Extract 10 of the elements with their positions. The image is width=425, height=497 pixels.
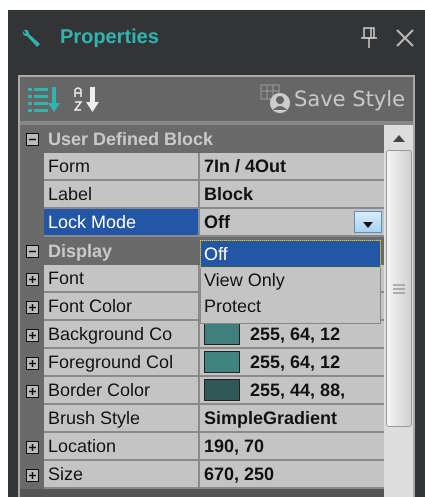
property-value: SimpleGradient	[204, 408, 338, 428]
property-value: 7In / 4Out	[204, 156, 286, 176]
property-value: Block	[204, 184, 254, 204]
panel-title: Properties	[60, 26, 160, 49]
property-value: 670, 250	[204, 464, 274, 484]
property-value: 190, 70	[204, 436, 264, 456]
property-value: 255, 64, 12	[250, 324, 340, 344]
property-value: Off	[204, 212, 230, 232]
property-value: 255, 64, 12	[250, 352, 340, 372]
property-value: 255, 44, 88,	[250, 380, 346, 400]
